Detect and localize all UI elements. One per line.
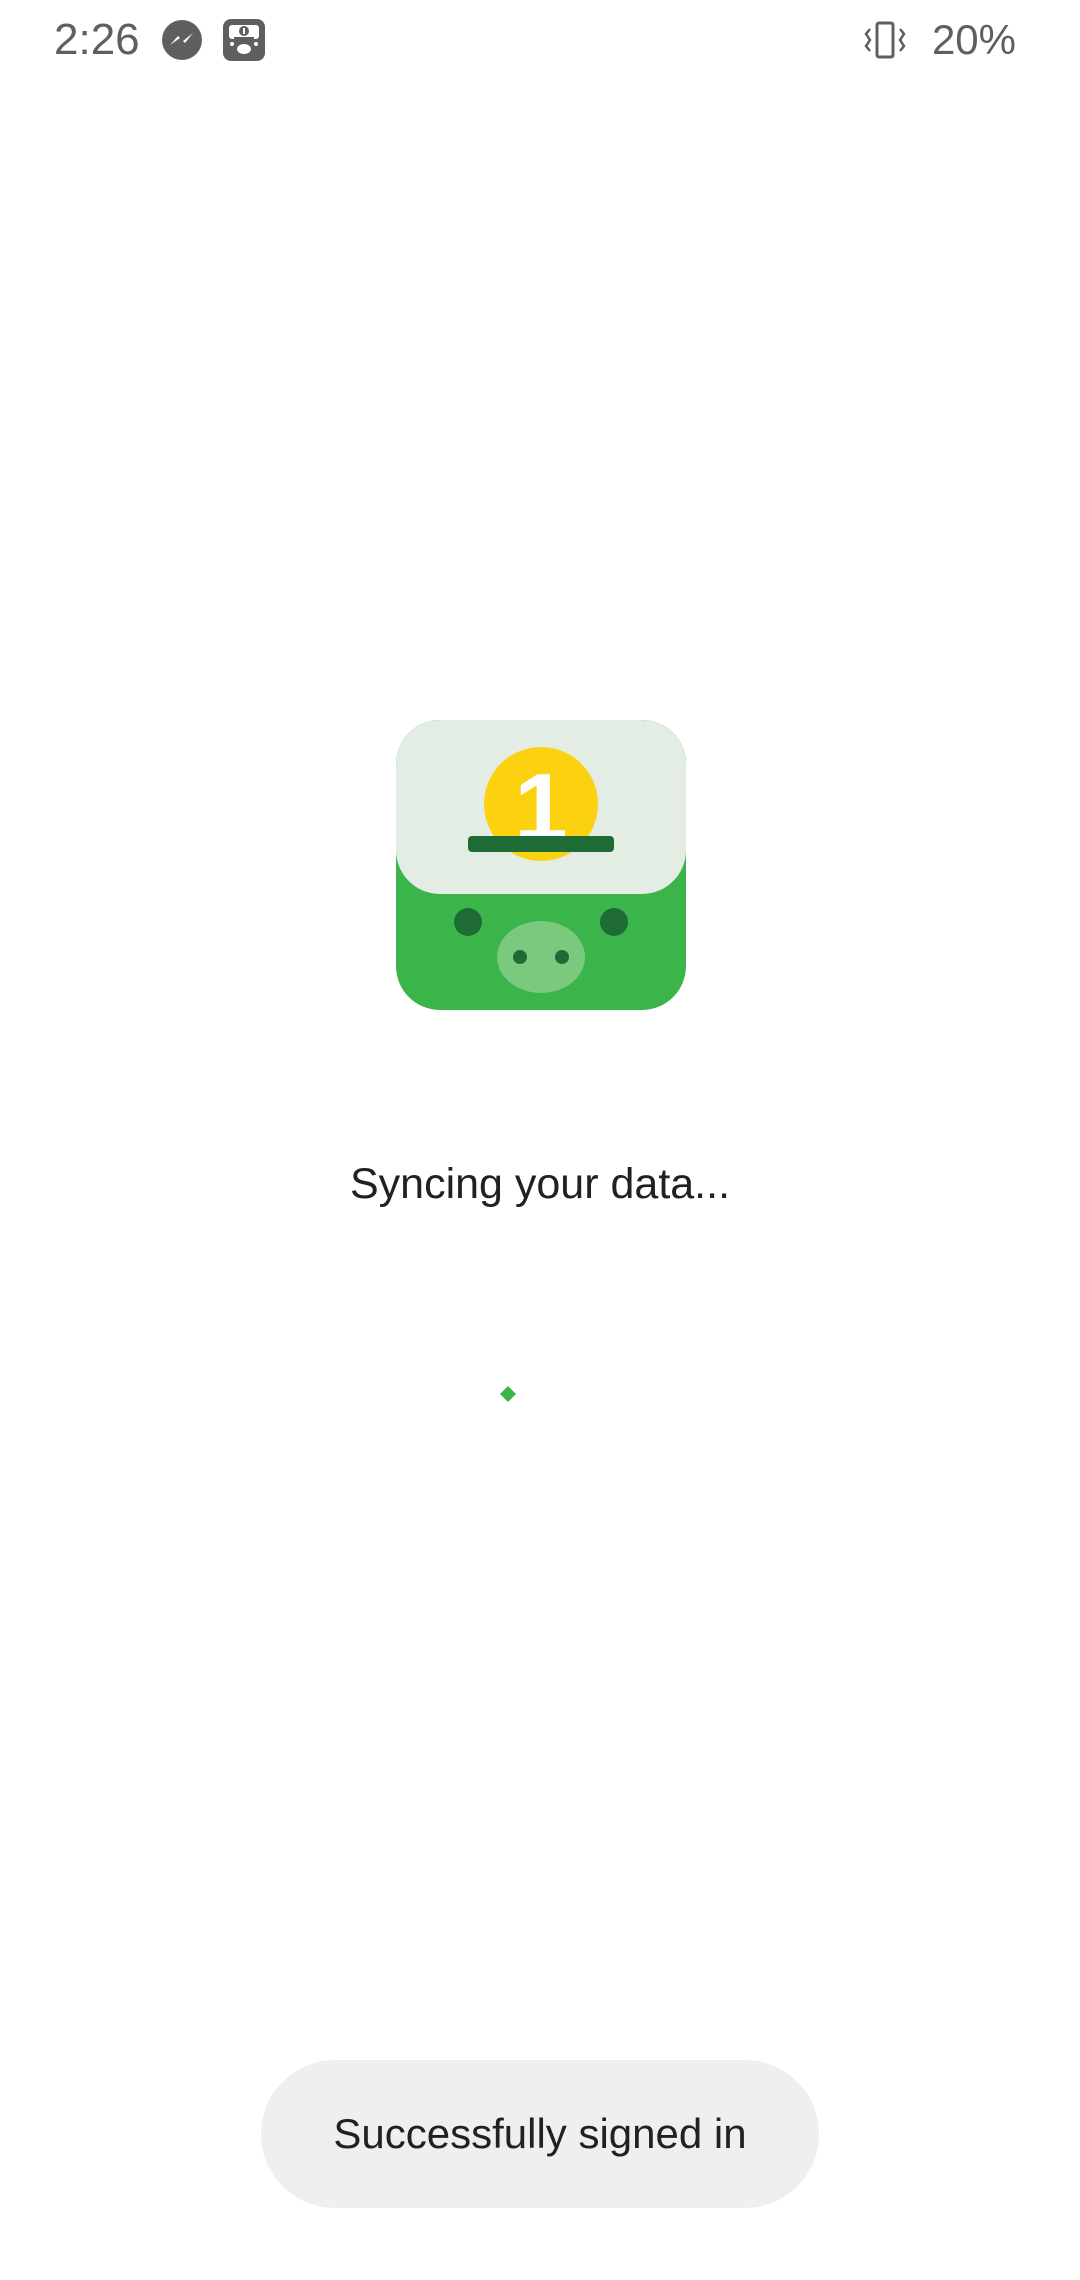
sync-message: Syncing your data...	[349, 1160, 731, 1208]
status-time: 2:26	[54, 15, 140, 64]
messenger-icon	[162, 20, 202, 60]
toast: Successfully signed in	[261, 2060, 819, 2208]
status-bar: 2:26 20%	[0, 0, 1080, 80]
vibrate-icon	[864, 21, 906, 59]
battery-percentage: 20%	[931, 16, 1016, 63]
loading-spinner	[500, 1386, 516, 1402]
sync-screen: 2:26 20% 1 Syncing your data... Successf…	[0, 0, 1080, 2280]
status-right: 20%	[862, 14, 1016, 66]
piggy-bank-coin-icon: 1	[396, 720, 686, 1010]
toast-message: Successfully signed in	[333, 2110, 747, 2157]
piggy-bank-app-icon	[223, 19, 265, 61]
